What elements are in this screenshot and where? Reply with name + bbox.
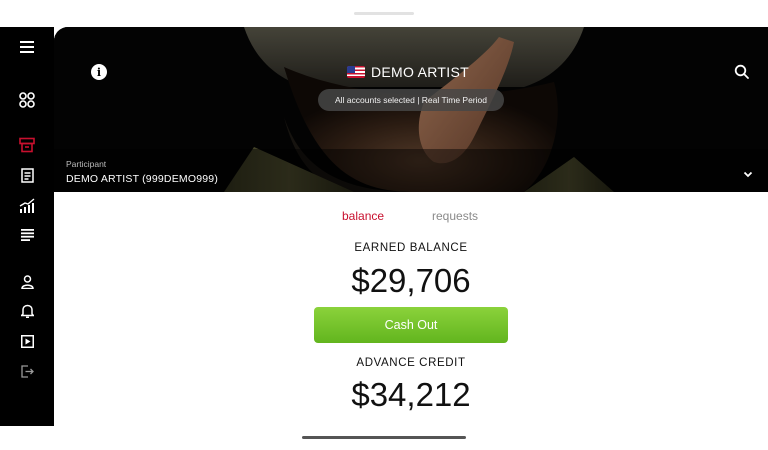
dashboard-grid-icon[interactable] (17, 90, 37, 110)
statement-document-icon[interactable] (17, 165, 37, 185)
accounts-filter-pill[interactable]: All accounts selected | Real Time Period (318, 89, 504, 111)
artist-header: i DEMO ARTIST All accounts selected | Re… (54, 27, 768, 192)
tab-requests[interactable]: requests (432, 209, 478, 223)
logout-icon[interactable] (17, 361, 37, 381)
earned-balance-amount: $29,706 (351, 262, 471, 299)
video-play-icon[interactable] (17, 331, 37, 351)
advance-credit-label: ADVANCE CREDIT (356, 357, 466, 369)
app-screen: i DEMO ARTIST All accounts selected | Re… (0, 0, 768, 450)
artist-name-title: DEMO ARTIST (371, 64, 469, 80)
analytics-trend-icon[interactable] (17, 195, 37, 215)
hamburger-menu-icon[interactable] (17, 37, 37, 57)
us-flag-icon (347, 66, 365, 78)
artist-title-group: DEMO ARTIST (347, 63, 469, 81)
list-lines-icon[interactable] (17, 225, 37, 245)
chevron-down-icon[interactable] (743, 166, 753, 178)
earned-balance-label: EARNED BALANCE (354, 242, 468, 254)
info-icon[interactable]: i (91, 64, 107, 80)
tab-balance[interactable]: balance (342, 209, 384, 223)
profile-icon[interactable] (17, 272, 37, 292)
participant-selector[interactable]: DEMO ARTIST (999DEMO999) (66, 173, 218, 185)
participant-label: Participant (66, 159, 107, 169)
balance-panel: balance requests EARNED BALANCE $29,706 … (54, 192, 768, 426)
home-indicator (302, 436, 466, 439)
cash-out-button[interactable]: Cash Out (314, 307, 508, 343)
participant-bar (54, 149, 768, 192)
cash-register-icon[interactable] (17, 135, 37, 155)
notification-bell-icon[interactable] (17, 301, 37, 321)
sidebar (0, 27, 54, 426)
top-grabber (354, 12, 414, 15)
search-icon[interactable] (734, 64, 750, 80)
advance-credit-amount: $34,212 (351, 376, 471, 413)
